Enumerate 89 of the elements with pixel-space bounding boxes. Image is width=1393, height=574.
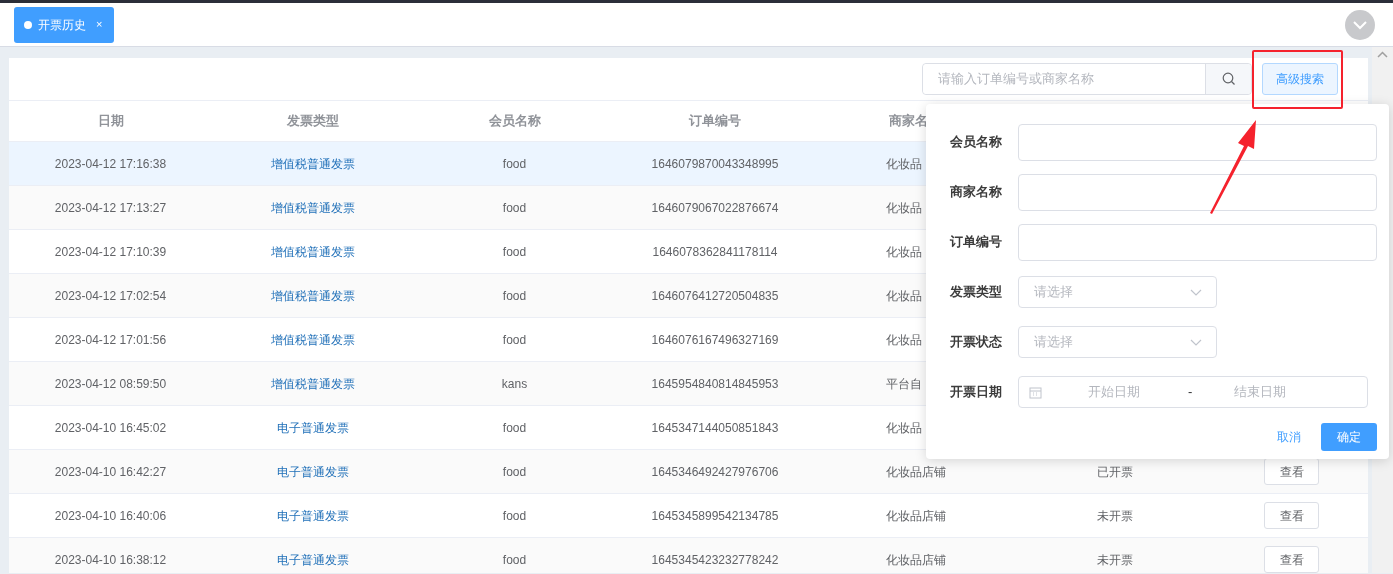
merchant-name-cell-text: 化妆品店铺	[886, 551, 946, 569]
date-cell-text: 2023-04-10 16:38:12	[54, 551, 167, 569]
confirm-button[interactable]: 确定	[1321, 423, 1377, 451]
collapse-toggle-icon[interactable]	[1345, 10, 1375, 40]
field-label: 开票状态	[950, 333, 1003, 352]
member-name-cell-text: food	[502, 243, 527, 261]
invoice-status-cell-text: 已开票	[1097, 463, 1133, 481]
invoice-type-link[interactable]: 增值税普通发票	[271, 198, 355, 217]
merchant-name-cell-text: 化妆品	[886, 243, 922, 261]
date-cell-text: 2023-04-10 16:40:06	[54, 507, 167, 525]
order-number-cell-text: 1646076412720504835	[651, 287, 779, 305]
member-name-cell-text: food	[502, 463, 527, 481]
input-field[interactable]	[1018, 223, 1377, 261]
start-date-placeholder: 开始日期	[1088, 383, 1141, 402]
range-separator: -	[1188, 383, 1193, 402]
merchant-name-cell-text: 化妆品	[886, 419, 922, 437]
input-field[interactable]	[1018, 123, 1377, 161]
view-button[interactable]: 查看	[1264, 502, 1319, 529]
select-placeholder: 请选择	[1034, 283, 1073, 302]
column-header: 会员名称	[488, 112, 541, 131]
invoice-type-link[interactable]: 增值税普通发票	[271, 154, 355, 173]
date-cell-text: 2023-04-12 17:10:39	[54, 243, 167, 261]
calendar-icon	[1029, 385, 1042, 399]
invoice-type-link[interactable]: 增值税普通发票	[271, 242, 355, 261]
date-cell-text: 2023-04-10 16:42:27	[54, 463, 167, 481]
order-number-cell-text: 1645345423232778242	[651, 551, 779, 569]
invoice-type-link[interactable]: 电子普通发票	[277, 550, 349, 569]
merchant-name-cell-text: 化妆品店铺	[886, 463, 946, 481]
order-number-cell-text: 1645954840814845953	[651, 375, 779, 393]
chevron-down-icon	[1190, 338, 1202, 346]
invoice-type-link[interactable]: 增值税普通发票	[271, 330, 355, 349]
order-number-cell-text: 1646076167496327169	[651, 331, 779, 349]
merchant-name-cell-text: 化妆品	[886, 155, 922, 173]
date-cell-text: 2023-04-12 17:02:54	[54, 287, 167, 305]
date-cell-text: 2023-04-12 17:16:38	[54, 155, 167, 173]
view-button[interactable]: 查看	[1264, 546, 1319, 573]
member-name-cell-text: food	[502, 551, 527, 569]
member-name-cell-text: food	[502, 419, 527, 437]
invoice-type-link[interactable]: 增值税普通发票	[271, 374, 355, 393]
order-number-cell-text: 1646079870043348995	[651, 155, 779, 173]
merchant-name-cell-text: 化妆品	[886, 331, 922, 349]
column-header: 订单编号	[689, 112, 741, 131]
select-placeholder: 请选择	[1034, 333, 1073, 352]
invoice-type-link[interactable]: 电子普通发票	[277, 462, 349, 481]
cancel-button[interactable]: 取消	[1269, 428, 1309, 446]
tab-close-button[interactable]: ×	[96, 16, 103, 33]
order-number-cell-text: 1646079067022876674	[651, 199, 779, 217]
invoice-type-link[interactable]: 增值税普通发票	[271, 286, 355, 305]
merchant-name-cell-text: 化妆品店铺	[886, 507, 946, 525]
column-header: 商家名	[889, 112, 928, 131]
tab[interactable]: 开票历史 ×	[14, 6, 115, 43]
member-name-cell-text: food	[502, 507, 527, 525]
field-label: 订单编号	[950, 233, 1003, 252]
invoice-type-link[interactable]: 电子普通发票	[277, 506, 349, 525]
merchant-name-cell-text: 平台自	[886, 375, 922, 393]
date-cell-text: 2023-04-12 17:01:56	[54, 331, 167, 349]
date-range-field[interactable]: 开始日期 - 结束日期	[1018, 376, 1368, 408]
order-number-cell-text: 1645346492427976706	[651, 463, 779, 481]
field-label: 会员名称	[950, 133, 1003, 152]
member-name-cell-text: food	[502, 287, 527, 305]
member-name-cell-text: kans	[501, 375, 528, 393]
invoice-status-cell-text: 未开票	[1097, 507, 1133, 525]
field-label: 商家名称	[950, 183, 1003, 202]
date-cell-text: 2023-04-12 08:59:50	[54, 375, 167, 393]
column-header: 发票类型	[287, 112, 339, 131]
invoice-type-link[interactable]: 电子普通发票	[277, 418, 349, 437]
member-name-cell-text: food	[502, 199, 527, 217]
field-label: 开票日期	[950, 383, 1003, 402]
invoice-status-cell-text: 未开票	[1097, 551, 1133, 569]
date-cell-text: 2023-04-12 17:13:27	[54, 199, 167, 217]
order-number-cell-text: 1645347144050851843	[651, 419, 779, 437]
dot-icon	[24, 20, 32, 29]
input-field[interactable]	[1018, 173, 1377, 211]
merchant-name-cell-text: 化妆品	[886, 287, 922, 305]
search-field[interactable]: 请输入订单编号或商家名称	[922, 63, 1252, 95]
field-label: 发票类型	[950, 283, 1003, 302]
column-header: 日期	[97, 112, 124, 131]
search-button[interactable]	[1205, 64, 1251, 94]
view-button[interactable]: 查看	[1264, 458, 1319, 485]
member-name-cell-text: food	[502, 155, 527, 173]
order-number-cell-text: 1646078362841178114	[652, 243, 778, 261]
date-cell-text: 2023-04-10 16:45:02	[54, 419, 167, 437]
end-date-placeholder: 结束日期	[1234, 383, 1287, 402]
merchant-name-cell-text: 化妆品	[886, 199, 922, 217]
scroll-up-icon[interactable]	[1377, 51, 1388, 58]
search-icon	[1221, 72, 1236, 86]
chevron-down-icon	[1190, 288, 1202, 296]
order-number-cell-text: 1645345899542134785	[651, 507, 779, 525]
member-name-cell-text: food	[502, 331, 527, 349]
